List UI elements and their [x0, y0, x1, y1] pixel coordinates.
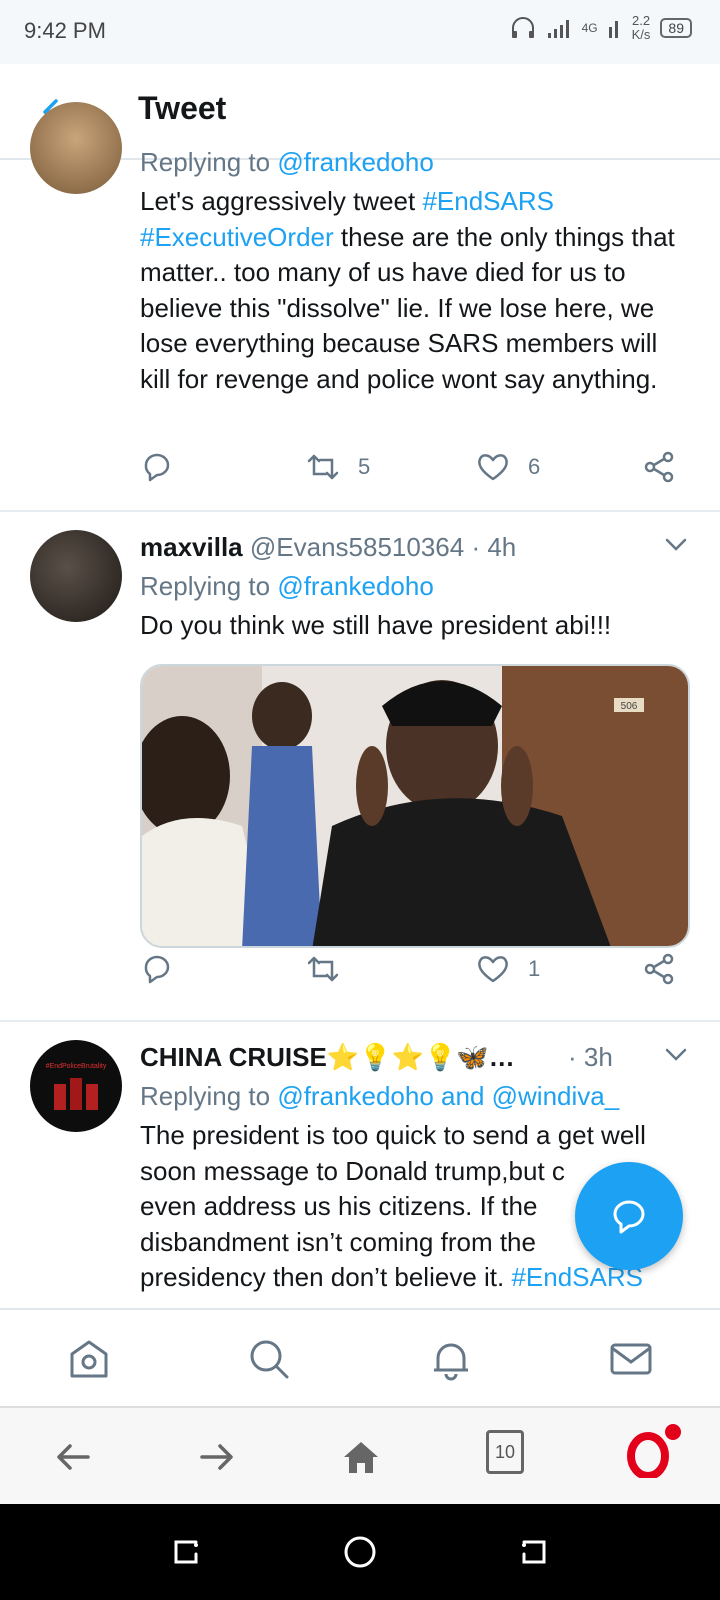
photo-placeholder: 506	[142, 666, 688, 946]
chevron-down-icon[interactable]	[662, 1040, 690, 1068]
bell-icon[interactable]	[428, 1336, 474, 1382]
tweet-reply-2[interactable]: maxvilla @Evans58510364 · 4h Replying to…	[0, 512, 720, 1022]
heart-icon	[478, 454, 508, 481]
status-time: 9:42 PM	[24, 18, 106, 43]
share-icon	[644, 451, 674, 483]
chevron-down-icon[interactable]	[662, 530, 690, 558]
share-button[interactable]	[642, 952, 676, 986]
heart-icon	[478, 956, 508, 983]
replying-to: Replying to @frankedoho	[140, 571, 434, 601]
browser-back-icon[interactable]	[52, 1436, 94, 1478]
tweet-image[interactable]: 506	[140, 664, 690, 948]
tweet-text: Do you think we still have president abi…	[140, 610, 612, 640]
browser-forward-icon[interactable]	[196, 1436, 238, 1478]
notification-dot	[665, 1424, 681, 1440]
avatar[interactable]	[30, 102, 122, 194]
recent-apps-icon[interactable]	[166, 1532, 206, 1572]
avatar[interactable]: #EndPoliceBrutality	[30, 1040, 122, 1132]
compose-reply-button[interactable]	[575, 1162, 683, 1270]
tweet-actions: 1	[140, 952, 690, 992]
reply-button[interactable]	[140, 450, 174, 484]
like-count: 1	[528, 956, 541, 981]
headset-icon	[511, 17, 534, 38]
tweet-time: · 4h	[471, 532, 517, 562]
net-speed: 2.2 K/s	[631, 13, 651, 42]
like-button[interactable]: 1	[476, 952, 540, 986]
reply-button[interactable]	[140, 952, 174, 986]
tweet-text: Let's aggressively tweet #EndSARS #Execu…	[140, 186, 675, 394]
like-count: 6	[528, 454, 541, 479]
reply-icon	[144, 453, 170, 482]
bottom-nav	[0, 1308, 720, 1406]
system-home-icon[interactable]	[340, 1532, 380, 1572]
status-icons: 4G 2.2 K/s 89	[510, 14, 692, 42]
browser-toolbar: 10	[0, 1406, 720, 1504]
opera-menu-icon[interactable]	[624, 1430, 672, 1478]
share-icon	[644, 953, 674, 985]
page-title: Tweet	[138, 90, 227, 126]
avatar[interactable]	[30, 530, 122, 622]
mention-link[interactable]: @frankedoho and @windiva_	[277, 1081, 619, 1111]
like-button[interactable]: 6	[476, 450, 540, 484]
tweet-actions: 5 6	[140, 450, 690, 490]
tweet-reply-1[interactable]: Replying to @frankedoho Let's aggressive…	[0, 102, 720, 512]
reply-icon	[144, 955, 170, 984]
hashtag-link[interactable]: #ExecutiveOrder	[140, 222, 334, 252]
tweet-meta: maxvilla @Evans58510364 · 4h	[140, 530, 690, 564]
hashtag-link[interactable]: #EndSARS	[422, 186, 554, 216]
status-bar: 9:42 PM 4G 2.2 K/s 89	[0, 0, 720, 64]
door-number: 506	[621, 701, 638, 712]
fists-graphic	[54, 1077, 98, 1110]
battery-indicator: 89	[660, 18, 692, 38]
browser-home-icon[interactable]	[340, 1436, 382, 1478]
retweet-button[interactable]: 5	[306, 450, 370, 484]
retweet-icon	[307, 956, 339, 982]
tweet-meta: CHINA CRUISE⭐💡⭐💡🦋… · 3h	[140, 1040, 690, 1074]
tabs-button[interactable]: 10	[486, 1430, 524, 1474]
signal-icon-2	[608, 21, 618, 38]
user-handle[interactable]: @Evans58510364	[250, 532, 464, 562]
display-name[interactable]: maxvilla	[140, 532, 243, 562]
share-button[interactable]	[642, 450, 676, 484]
mail-icon[interactable]	[608, 1336, 654, 1382]
search-icon[interactable]	[246, 1336, 292, 1382]
network-type: 4G	[581, 21, 598, 35]
display-name[interactable]: CHINA CRUISE⭐💡⭐💡🦋…	[140, 1040, 515, 1074]
retweet-count: 5	[358, 454, 371, 479]
replying-to: Replying to @frankedoho	[140, 147, 434, 177]
compose-reply-icon	[613, 1200, 645, 1234]
replying-to: Replying to @frankedoho and @windiva_	[140, 1081, 620, 1111]
system-back-icon[interactable]	[514, 1532, 554, 1572]
tweet-time: · 3h	[568, 1042, 613, 1072]
retweet-icon	[307, 454, 339, 480]
retweet-button[interactable]	[306, 952, 340, 986]
signal-icon	[547, 20, 569, 38]
mention-link[interactable]: @frankedoho	[277, 571, 434, 601]
mention-link[interactable]: @frankedoho	[277, 147, 434, 177]
home-icon[interactable]	[66, 1336, 112, 1382]
system-nav-bar	[0, 1504, 720, 1600]
avatar-label: #EndPoliceBrutality	[45, 1062, 107, 1070]
